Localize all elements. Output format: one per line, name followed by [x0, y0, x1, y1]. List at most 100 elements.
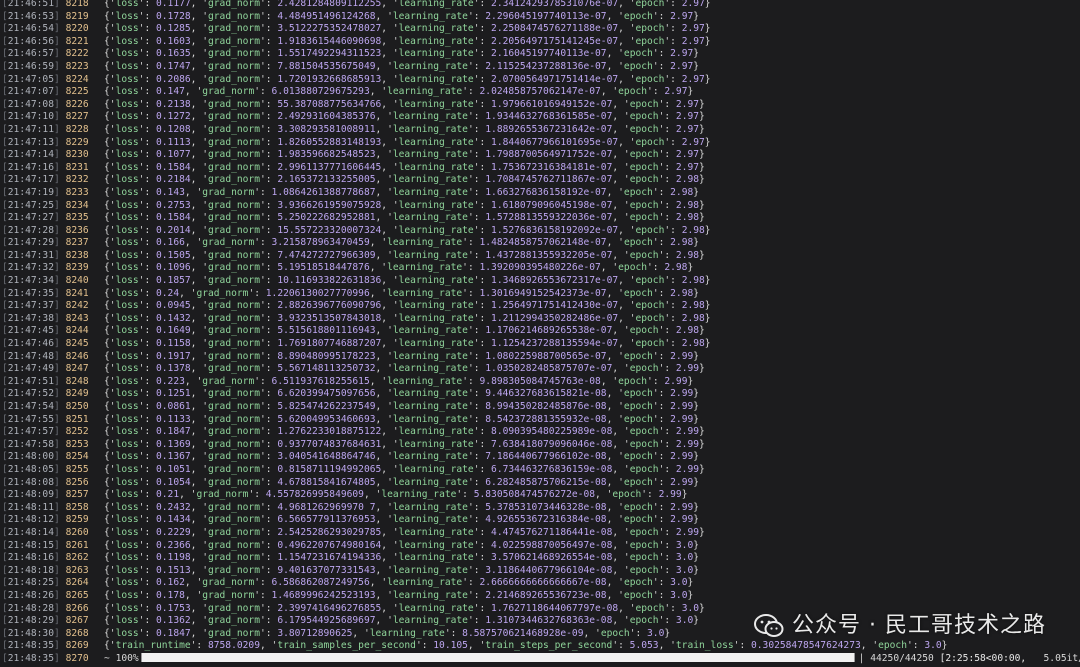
comma: , — [606, 451, 619, 463]
value-learning_rate: 2.296045197740113e-07 — [485, 10, 607, 22]
brace: } — [699, 199, 705, 211]
key-learning_rate: learning_rate — [392, 186, 468, 198]
line-number: 8267 — [65, 615, 89, 627]
comma: , — [612, 161, 624, 173]
quote: ': — [473, 300, 492, 312]
line-gutter: [21:48:00] 8254 — [0, 451, 102, 464]
comma: , — [612, 363, 624, 375]
quote: ': — [473, 161, 492, 173]
quote: ': — [467, 564, 486, 576]
value-learning_rate: 8.994350282485876e-08 — [485, 401, 607, 412]
comma: , — [618, 300, 630, 312]
value-learning_rate: 1.392090395480226e-07 — [479, 262, 601, 274]
value-learning_rate: 2.0700564971751414e-07 — [491, 73, 619, 85]
quote: ': — [467, 123, 486, 135]
quote: ': — [658, 249, 676, 261]
quote: ': — [664, 73, 682, 85]
value-epoch: 2.98 — [664, 262, 688, 274]
log-line: [21:47:07] 8225 {'loss': 0.147, 'grad_nor… — [0, 86, 1080, 99]
quote: ': — [473, 426, 492, 438]
key-learning_rate: learning_rate — [398, 539, 474, 551]
key-loss: loss — [115, 451, 139, 463]
value-epoch: 2.99 — [664, 375, 688, 387]
key-epoch: epoch — [629, 149, 659, 161]
comma: , — [606, 388, 619, 400]
timestamp: 21:47:17 — [7, 174, 54, 186]
line-number: 8242 — [65, 300, 89, 312]
comma: , — [606, 60, 619, 72]
line-gutter: [21:47:37] 8242 — [0, 300, 102, 313]
key-grad_norm: grad_norm — [208, 463, 260, 475]
quote: ': — [467, 514, 486, 526]
line-number: 8269 — [65, 640, 89, 652]
comma: , — [381, 552, 393, 564]
value-learning_rate: 1.1254237288135594e-07 — [491, 338, 619, 350]
line-number: 8226 — [65, 98, 89, 110]
quote: ': — [467, 186, 486, 198]
quote: ': — [259, 325, 278, 337]
log-line: [21:48:08] 8256 {'loss': 0.1054, 'grad_no… — [0, 477, 1080, 490]
comma: , — [606, 514, 619, 526]
comma: , — [190, 438, 203, 450]
quote: ': — [138, 539, 156, 551]
line-number: 8237 — [65, 237, 89, 249]
value-loss: 0.143 — [156, 186, 185, 198]
key-grad_norm: grad_norm — [208, 174, 260, 186]
comma: , — [369, 237, 382, 249]
quote: ': — [138, 35, 156, 47]
key-grad_norm: grad_norm — [208, 526, 260, 538]
quote: ': — [259, 615, 278, 627]
line-number: 8266 — [65, 602, 89, 614]
comma: , — [190, 413, 203, 425]
key-grad_norm: grad_norm — [208, 48, 260, 60]
terminal-window[interactable]: [21:46:51] 8218 {'loss': 0.1177, 'grad_no… — [0, 0, 1080, 667]
quote: ': — [652, 401, 671, 412]
log-line: [21:47:16] 8231 {'loss': 0.1584, 'grad_no… — [0, 162, 1080, 175]
comma: , — [375, 149, 388, 161]
comma: , — [369, 287, 382, 299]
key-loss: loss — [115, 249, 139, 261]
value-loss: 0.1362 — [156, 615, 191, 627]
key-grad_norm: grad_norm — [208, 451, 260, 463]
quote: ': — [467, 325, 486, 337]
quote: ': — [658, 149, 676, 161]
value-epoch: 2.98 — [670, 186, 694, 198]
summary-content: {'train_runtime': 8758.0209, 'train_samp… — [102, 640, 947, 651]
log-line: [21:47:35] 8241 {'loss': 0.24, 'grad_norm… — [0, 288, 1080, 301]
brace: } — [704, 224, 711, 236]
comma: , — [190, 602, 203, 614]
key-learning_rate: learning_rate — [387, 86, 463, 98]
timestamp: 21:48:29 — [7, 615, 54, 627]
quote: ': — [652, 577, 671, 589]
value-loss: 0.1077 — [156, 149, 191, 161]
value-loss: 0.223 — [156, 375, 185, 387]
key-grad_norm: grad_norm — [208, 73, 260, 85]
timestamp: 21:47:13 — [7, 136, 54, 148]
comma: , — [860, 640, 873, 652]
quote: ': — [138, 375, 156, 387]
value-loss: 0.1208 — [156, 123, 191, 135]
log-content: {'loss': 0.1584, 'grad_norm': 2.99611377… — [102, 162, 705, 173]
value-loss: 0.1513 — [156, 564, 191, 576]
quote: ': — [652, 10, 671, 22]
key-loss: loss — [115, 287, 139, 299]
value-grad_norm: 3.9366261959075928 — [277, 199, 382, 211]
key-learning_rate: learning_rate — [387, 287, 463, 299]
quote: ': — [259, 174, 278, 186]
brace: } — [693, 48, 700, 60]
quote: ': — [254, 375, 272, 387]
value-loss: 0.1378 — [156, 363, 191, 375]
value-learning_rate: 1.7627118644067797e-08 — [491, 602, 619, 614]
value-grad_norm: 5.250222682952881 — [277, 212, 376, 224]
brace: } — [704, 35, 711, 47]
log-content: {'loss': 0.2014, 'grad_norm': 15.5572233… — [102, 225, 711, 236]
quote: ': — [473, 35, 492, 47]
key-grad_norm: grad_norm — [208, 199, 260, 211]
key-learning_rate: learning_rate — [398, 463, 474, 475]
comma: , — [381, 0, 393, 9]
key-loss: loss — [115, 23, 139, 35]
value-epoch: 2.99 — [670, 401, 694, 412]
key-epoch: epoch — [623, 60, 653, 72]
comma: , — [618, 0, 630, 9]
comma: , — [369, 375, 382, 387]
